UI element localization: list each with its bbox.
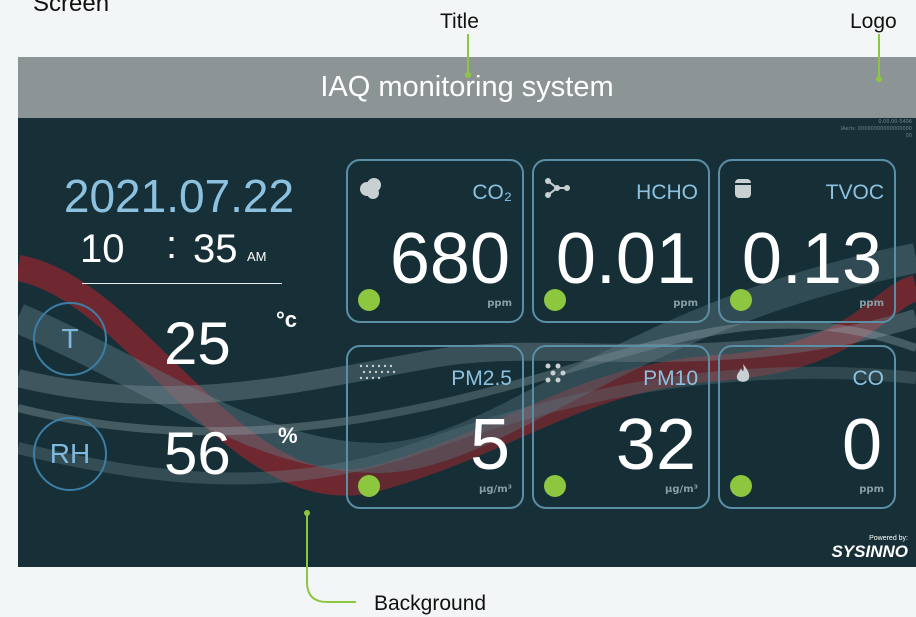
sensor-name: PM2.5 (451, 367, 512, 390)
sensor-unit: µg/m³ (665, 484, 698, 495)
sensor-card-hcho: HCHO 0.01 ppm (532, 159, 710, 323)
status-dot (730, 475, 752, 497)
molecule-icon (545, 178, 570, 198)
time-separator: : (166, 223, 178, 267)
title-annotation: Title (440, 10, 479, 33)
sensor-card-co2: CO₂ 680 ppm (346, 159, 524, 323)
title-leader-dot (465, 72, 471, 78)
sensor-card-co: CO 0 ppm (718, 345, 896, 509)
canister-icon (735, 179, 751, 198)
humidity-label: RH (49, 438, 91, 469)
screen-annotation: Screen (33, 0, 110, 17)
status-dot (544, 475, 566, 497)
status-dot (544, 289, 566, 311)
date-display: 2021.07.22 (63, 170, 295, 222)
time-minute: 35 (193, 227, 238, 271)
sensor-card-pm10: PM10 32 µg/m³ (532, 345, 710, 509)
sensor-name: CO₂ (472, 181, 512, 204)
fine-dust-icon (359, 364, 396, 380)
sensor-card-pm25: PM2.5 5 µg/m³ (346, 345, 524, 509)
sensor-name: PM10 (643, 367, 698, 390)
sensor-value: 32 (615, 405, 696, 485)
meta-line: 00 (905, 133, 912, 139)
status-dot (358, 289, 380, 311)
flame-icon (736, 364, 750, 382)
sensor-value: 0.01 (555, 219, 696, 299)
sensor-value: 0.13 (741, 219, 882, 299)
background-annotation: Background (374, 592, 487, 615)
sensor-unit: ppm (673, 298, 698, 309)
sensor-name: TVOC (825, 181, 884, 204)
temperature-ring: T (33, 302, 107, 376)
time-hour: 10 (80, 227, 125, 271)
display-screen: IAQ monitoring system 0.00.00-5406 IAeri… (18, 57, 916, 567)
time-ampm: AM (247, 249, 267, 264)
sensor-unit: ppm (859, 484, 884, 495)
sensor-unit: ppm (487, 298, 512, 309)
logo-leader (878, 34, 880, 78)
temperature-label: T (61, 323, 79, 354)
status-dot (358, 475, 380, 497)
cloud-icon (360, 178, 381, 199)
sensor-name: CO (852, 367, 885, 390)
background-leader (306, 512, 356, 603)
powered-by-label: Powered by: (869, 535, 908, 542)
status-dot (730, 289, 752, 311)
divider (82, 283, 282, 284)
humidity-ring: RH (33, 417, 107, 491)
sensor-name: HCHO (636, 181, 698, 204)
logo-leader-dot (876, 76, 882, 82)
brand-logo: SYSINNO (831, 542, 908, 561)
meta-line: 0.00.00-5406 (878, 119, 912, 125)
sensor-value: 5 (469, 405, 510, 485)
temperature-unit: °c (276, 307, 298, 332)
humidity-value: 56 (164, 420, 231, 487)
sensor-unit: µg/m³ (479, 484, 512, 495)
sensor-unit: ppm (859, 298, 884, 309)
sensor-card-tvoc: TVOC 0.13 ppm (718, 159, 896, 323)
temperature-value: 25 (164, 310, 231, 377)
logo-annotation: Logo (850, 10, 897, 33)
coarse-dust-icon (545, 363, 566, 383)
humidity-unit: % (278, 423, 298, 448)
title-leader (467, 34, 469, 74)
meta-line: IAeris: 00000000000000000 (840, 126, 912, 132)
sensor-value: 680 (389, 219, 510, 299)
sensor-value: 0 (841, 405, 882, 485)
